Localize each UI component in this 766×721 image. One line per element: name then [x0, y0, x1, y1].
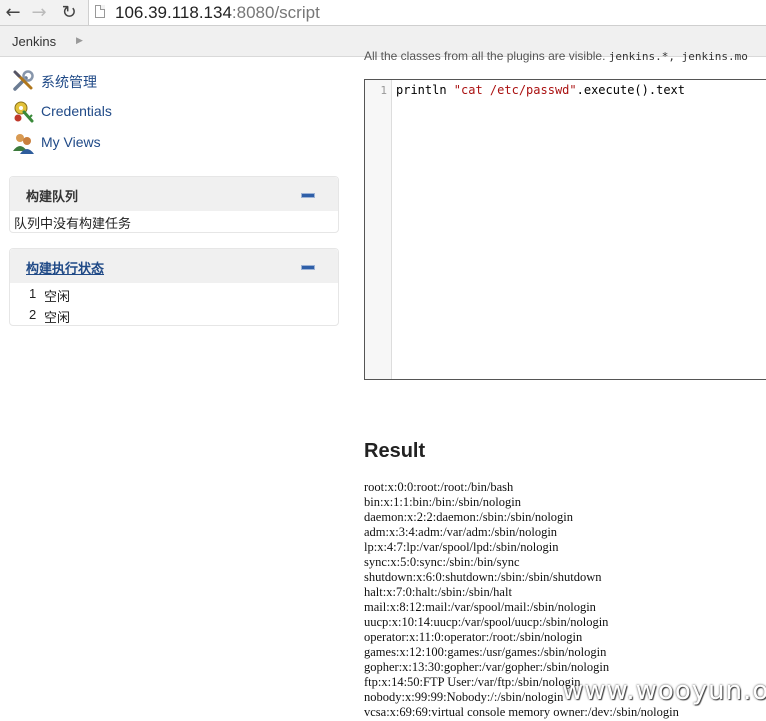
- settings-tools-icon: [13, 70, 34, 91]
- sidebar-item-label: My Views: [41, 134, 101, 150]
- executor-number: 2: [29, 307, 37, 322]
- chevron-right-icon[interactable]: ▶: [76, 35, 83, 46]
- executors-pane: 构建执行状态 1 空闲 2 空闲: [9, 248, 339, 326]
- pane-header: 构建队列: [10, 177, 338, 211]
- user-views-icon: [13, 134, 34, 154]
- arrow-right-icon[interactable]: →: [28, 2, 50, 24]
- sidebar-item-label: Credentials: [41, 103, 112, 119]
- breadcrumb-item-jenkins[interactable]: Jenkins: [12, 34, 56, 49]
- collapse-icon[interactable]: [301, 193, 315, 198]
- browser-toolbar: ← → ↻ 106.39.118.134:8080/script: [0, 0, 766, 26]
- sidebar-item-label: 系统管理: [41, 74, 97, 90]
- code-keyword: println: [396, 83, 454, 97]
- queue-empty-text: 队列中没有构建任务: [14, 216, 132, 231]
- script-description: All the classes from all the plugins are…: [364, 49, 748, 63]
- executor-status: 空闲: [44, 310, 71, 325]
- description-code: jenkins.*, jenkins.mo: [608, 50, 748, 63]
- code-string: "cat /etc/passwd": [453, 83, 577, 97]
- url-text[interactable]: 106.39.118.134:8080/script: [115, 2, 320, 23]
- code-line[interactable]: println "cat /etc/passwd".execute().text: [396, 83, 685, 97]
- description-text: All the classes from all the plugins are…: [364, 49, 606, 63]
- watermark: www.wooyun.org: [562, 676, 766, 706]
- pane-title: 构建队列: [26, 189, 79, 204]
- page-icon: [95, 5, 105, 18]
- collapse-icon[interactable]: [301, 265, 315, 270]
- reload-icon[interactable]: ↻: [58, 2, 80, 24]
- executor-status: 空闲: [44, 289, 71, 304]
- line-gutter: 1: [365, 80, 392, 379]
- executors-title-link[interactable]: 构建执行状态: [26, 258, 104, 277]
- result-heading: Result: [364, 440, 426, 462]
- build-queue-pane: 构建队列 队列中没有构建任务: [9, 176, 339, 233]
- pane-header: 构建执行状态: [10, 249, 338, 283]
- code-call: .execute().text: [576, 83, 685, 97]
- url-host: 106.39.118.134: [115, 3, 232, 22]
- script-editor[interactable]: 1 println "cat /etc/passwd".execute().te…: [364, 79, 766, 380]
- credentials-icon: [14, 101, 34, 123]
- url-path: :8080/script: [231, 3, 320, 22]
- executor-number: 1: [29, 286, 37, 301]
- arrow-left-icon[interactable]: ←: [2, 2, 24, 24]
- address-bar[interactable]: 106.39.118.134:8080/script: [88, 0, 766, 25]
- line-number: 1: [380, 84, 387, 97]
